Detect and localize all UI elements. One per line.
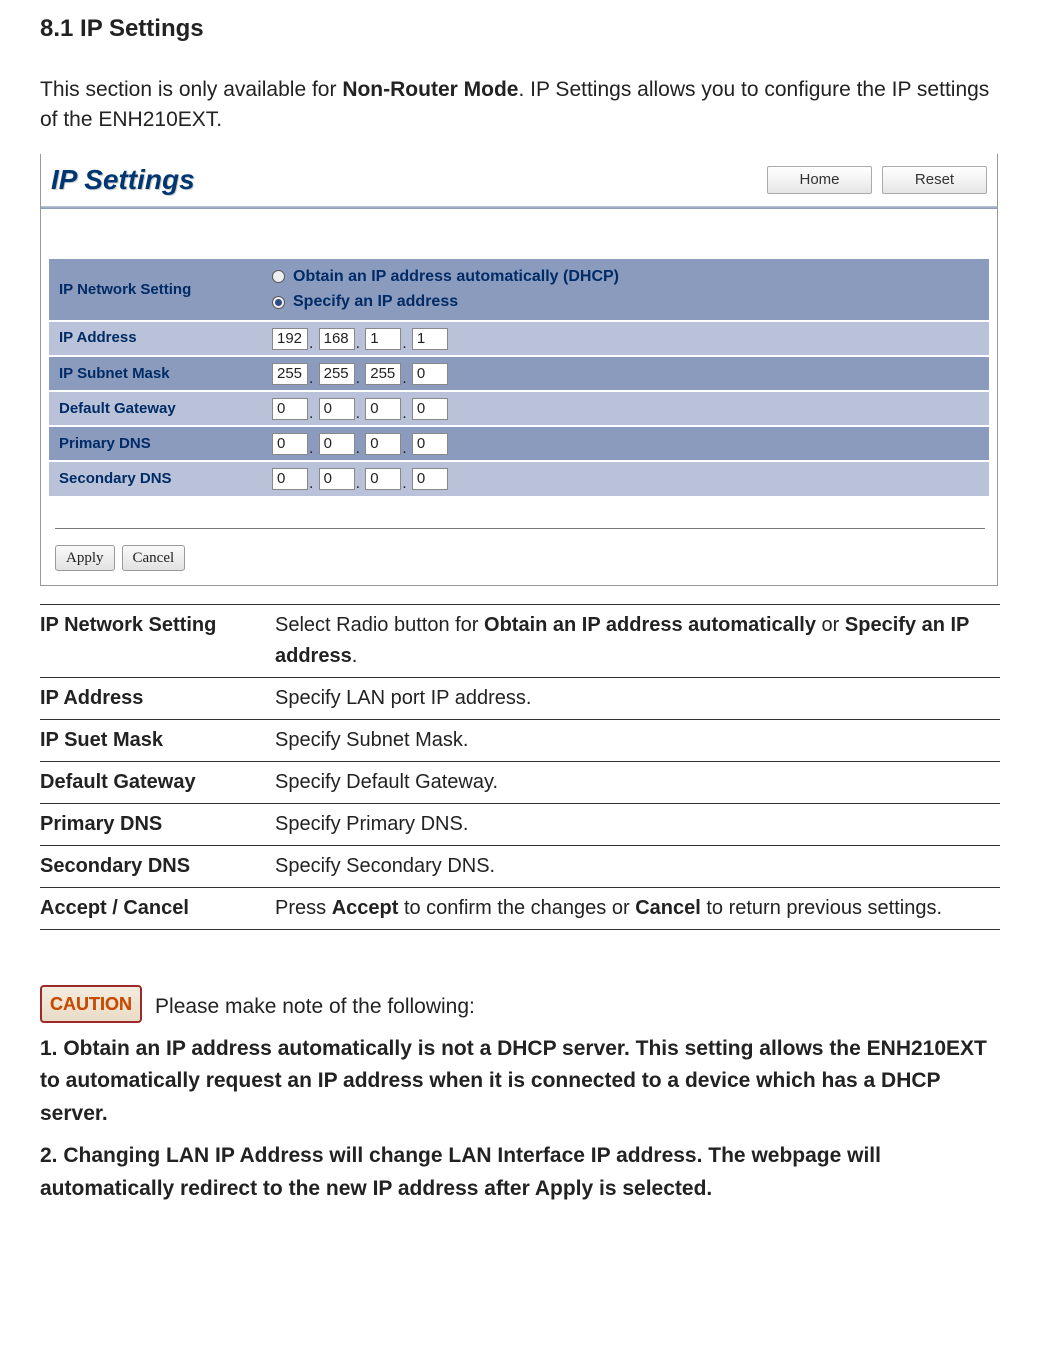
- row-label-gateway: Default Gateway: [49, 391, 264, 426]
- pdns-octet-2[interactable]: 0: [319, 433, 355, 455]
- caution-badge: CAUTION: [40, 985, 142, 1023]
- row-label-pdns: Primary DNS: [49, 426, 264, 461]
- gateway-field: 0. 0. 0. 0: [264, 391, 989, 426]
- ip-octet-4[interactable]: 1: [412, 328, 448, 350]
- desc-term: Default Gateway: [40, 761, 275, 803]
- table-row: Accept / Cancel Press Accept to confirm …: [40, 887, 1000, 929]
- desc-text: Specify Default Gateway.: [275, 761, 1000, 803]
- desc-term: Primary DNS: [40, 803, 275, 845]
- desc-term: Accept / Cancel: [40, 887, 275, 929]
- intro-text-1: This section is only available for: [40, 78, 342, 101]
- row-label-ip: IP Address: [49, 321, 264, 356]
- gw-octet-4[interactable]: 0: [412, 398, 448, 420]
- row-label-network: IP Network Setting: [49, 259, 264, 320]
- caution-icon: CAUTION: [50, 994, 132, 1014]
- desc-text: Specify LAN port IP address.: [275, 677, 1000, 719]
- row-label-subnet: IP Subnet Mask: [49, 356, 264, 391]
- gw-octet-1[interactable]: 0: [272, 398, 308, 420]
- home-button[interactable]: Home: [767, 166, 872, 194]
- table-row: Default Gateway Specify Default Gateway.: [40, 761, 1000, 803]
- subnet-octet-4[interactable]: 0: [412, 363, 448, 385]
- desc-term: Secondary DNS: [40, 845, 275, 887]
- apply-button[interactable]: Apply: [55, 545, 115, 571]
- pdns-octet-3[interactable]: 0: [365, 433, 401, 455]
- actions-divider: [55, 528, 985, 529]
- subnet-octet-1[interactable]: 255: [272, 363, 308, 385]
- ip-settings-panel: IP Settings Home Reset IP Network Settin…: [40, 154, 998, 586]
- description-table: IP Network Setting Select Radio button f…: [40, 604, 1000, 930]
- desc-text: Specify Primary DNS.: [275, 803, 1000, 845]
- radio-option-specify[interactable]: Specify an IP address: [272, 289, 981, 314]
- desc-term: IP Network Setting: [40, 604, 275, 677]
- table-row: IP Address Specify LAN port IP address.: [40, 677, 1000, 719]
- table-row: IP Network Setting Select Radio button f…: [40, 604, 1000, 677]
- sdns-octet-2[interactable]: 0: [319, 468, 355, 490]
- sdns-octet-4[interactable]: 0: [412, 468, 448, 490]
- radio-label-dhcp: Obtain an IP address automatically (DHCP…: [293, 265, 619, 288]
- gw-octet-3[interactable]: 0: [365, 398, 401, 420]
- panel-header: IP Settings Home Reset: [41, 154, 997, 201]
- section-title: 8.1 IP Settings: [40, 12, 999, 47]
- desc-text: Press Accept to confirm the changes or C…: [275, 887, 1000, 929]
- caution-note-2: 2. Changing LAN IP Address will change L…: [40, 1140, 1000, 1205]
- table-row: Secondary DNS Specify Secondary DNS.: [40, 845, 1000, 887]
- cancel-button[interactable]: Cancel: [122, 545, 186, 571]
- table-row: IP Suet Mask Specify Subnet Mask.: [40, 719, 1000, 761]
- sdns-octet-3[interactable]: 0: [365, 468, 401, 490]
- caution-note-1: 1. Obtain an IP address automatically is…: [40, 1033, 1000, 1131]
- sdns-field: 0. 0. 0. 0: [264, 461, 989, 496]
- ip-octet-3[interactable]: 1: [365, 328, 401, 350]
- radio-icon-selected: [272, 296, 285, 309]
- config-table: IP Network Setting Obtain an IP address …: [49, 259, 989, 497]
- subnet-field: 255. 255. 255. 0: [264, 356, 989, 391]
- pdns-octet-1[interactable]: 0: [272, 433, 308, 455]
- panel-divider: [41, 206, 997, 209]
- subnet-octet-3[interactable]: 255: [365, 363, 401, 385]
- pdns-field: 0. 0. 0. 0: [264, 426, 989, 461]
- desc-text: Select Radio button for Obtain an IP add…: [275, 604, 1000, 677]
- caution-block: CAUTION Please make note of the followin…: [40, 985, 999, 1206]
- radio-icon: [272, 270, 285, 283]
- radio-option-dhcp[interactable]: Obtain an IP address automatically (DHCP…: [272, 264, 981, 289]
- desc-term: IP Address: [40, 677, 275, 719]
- radio-label-specify: Specify an IP address: [293, 290, 458, 313]
- pdns-octet-4[interactable]: 0: [412, 433, 448, 455]
- action-row: Apply Cancel: [41, 543, 997, 571]
- sdns-octet-1[interactable]: 0: [272, 468, 308, 490]
- reset-button[interactable]: Reset: [882, 166, 987, 194]
- intro-paragraph: This section is only available for Non-R…: [40, 75, 999, 136]
- panel-title: IP Settings: [51, 160, 757, 201]
- caution-lead: Please make note of the following:: [155, 995, 475, 1018]
- desc-text: Specify Secondary DNS.: [275, 845, 1000, 887]
- intro-bold: Non-Router Mode: [342, 78, 518, 101]
- ip-octet-1[interactable]: 192: [272, 328, 308, 350]
- gw-octet-2[interactable]: 0: [319, 398, 355, 420]
- row-label-sdns: Secondary DNS: [49, 461, 264, 496]
- table-row: Primary DNS Specify Primary DNS.: [40, 803, 1000, 845]
- desc-text: Specify Subnet Mask.: [275, 719, 1000, 761]
- ip-octet-2[interactable]: 168: [319, 328, 355, 350]
- desc-term: IP Suet Mask: [40, 719, 275, 761]
- subnet-octet-2[interactable]: 255: [319, 363, 355, 385]
- ip-address-field: 192. 168. 1. 1: [264, 321, 989, 356]
